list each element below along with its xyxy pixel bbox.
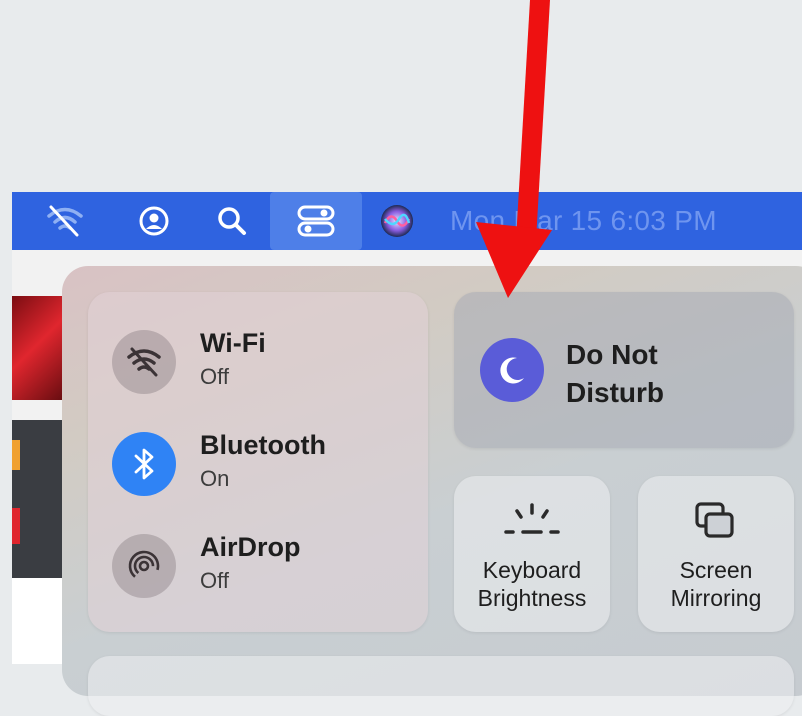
wifi-title: Wi-Fi: [200, 328, 266, 358]
menubar-control-center-icon[interactable]: [270, 192, 362, 250]
menubar-user-icon[interactable]: [132, 192, 176, 250]
wifi-status: Off: [200, 364, 229, 389]
menubar-wifi-icon[interactable]: [40, 192, 90, 250]
menubar-siri-icon[interactable]: [372, 192, 422, 250]
bluetooth-status: On: [200, 466, 230, 491]
screen-mirroring-icon: [690, 498, 740, 544]
airdrop-status: Off: [200, 568, 229, 593]
keyboard-brightness-icon: [502, 500, 562, 540]
dnd-label-line2: Disturb: [566, 377, 664, 408]
screen-label-line2: Mirroring: [670, 585, 762, 611]
menu-bar: Mon Mar 15 6:03 PM: [12, 192, 802, 250]
bluetooth-title: Bluetooth: [200, 430, 326, 460]
do-not-disturb-label: Do Not Disturb: [566, 336, 766, 412]
background-accent-orange: [12, 440, 20, 470]
bluetooth-row[interactable]: Bluetooth On: [112, 430, 412, 502]
dnd-label-line1: Do Not: [566, 339, 658, 370]
airdrop-title: AirDrop: [200, 532, 301, 562]
display-tile-partial[interactable]: [88, 656, 794, 716]
menubar-clock[interactable]: Mon Mar 15 6:03 PM: [450, 192, 802, 250]
keyboard-label-line1: Keyboard: [482, 557, 582, 583]
keyboard-label-line2: Brightness: [477, 585, 587, 611]
menubar-search-icon[interactable]: [210, 192, 254, 250]
wifi-off-icon[interactable]: [112, 330, 176, 394]
moon-icon[interactable]: [480, 338, 544, 402]
airdrop-row[interactable]: AirDrop Off: [112, 532, 412, 604]
screen-mirroring-label: Screen Mirroring: [640, 556, 792, 612]
wifi-row[interactable]: Wi-Fi Off: [112, 328, 412, 400]
background-accent-red: [12, 508, 20, 544]
airdrop-icon[interactable]: [112, 534, 176, 598]
keyboard-brightness-label: Keyboard Brightness: [458, 556, 606, 612]
screen-label-line1: Screen: [679, 557, 753, 583]
bluetooth-icon[interactable]: [112, 432, 176, 496]
